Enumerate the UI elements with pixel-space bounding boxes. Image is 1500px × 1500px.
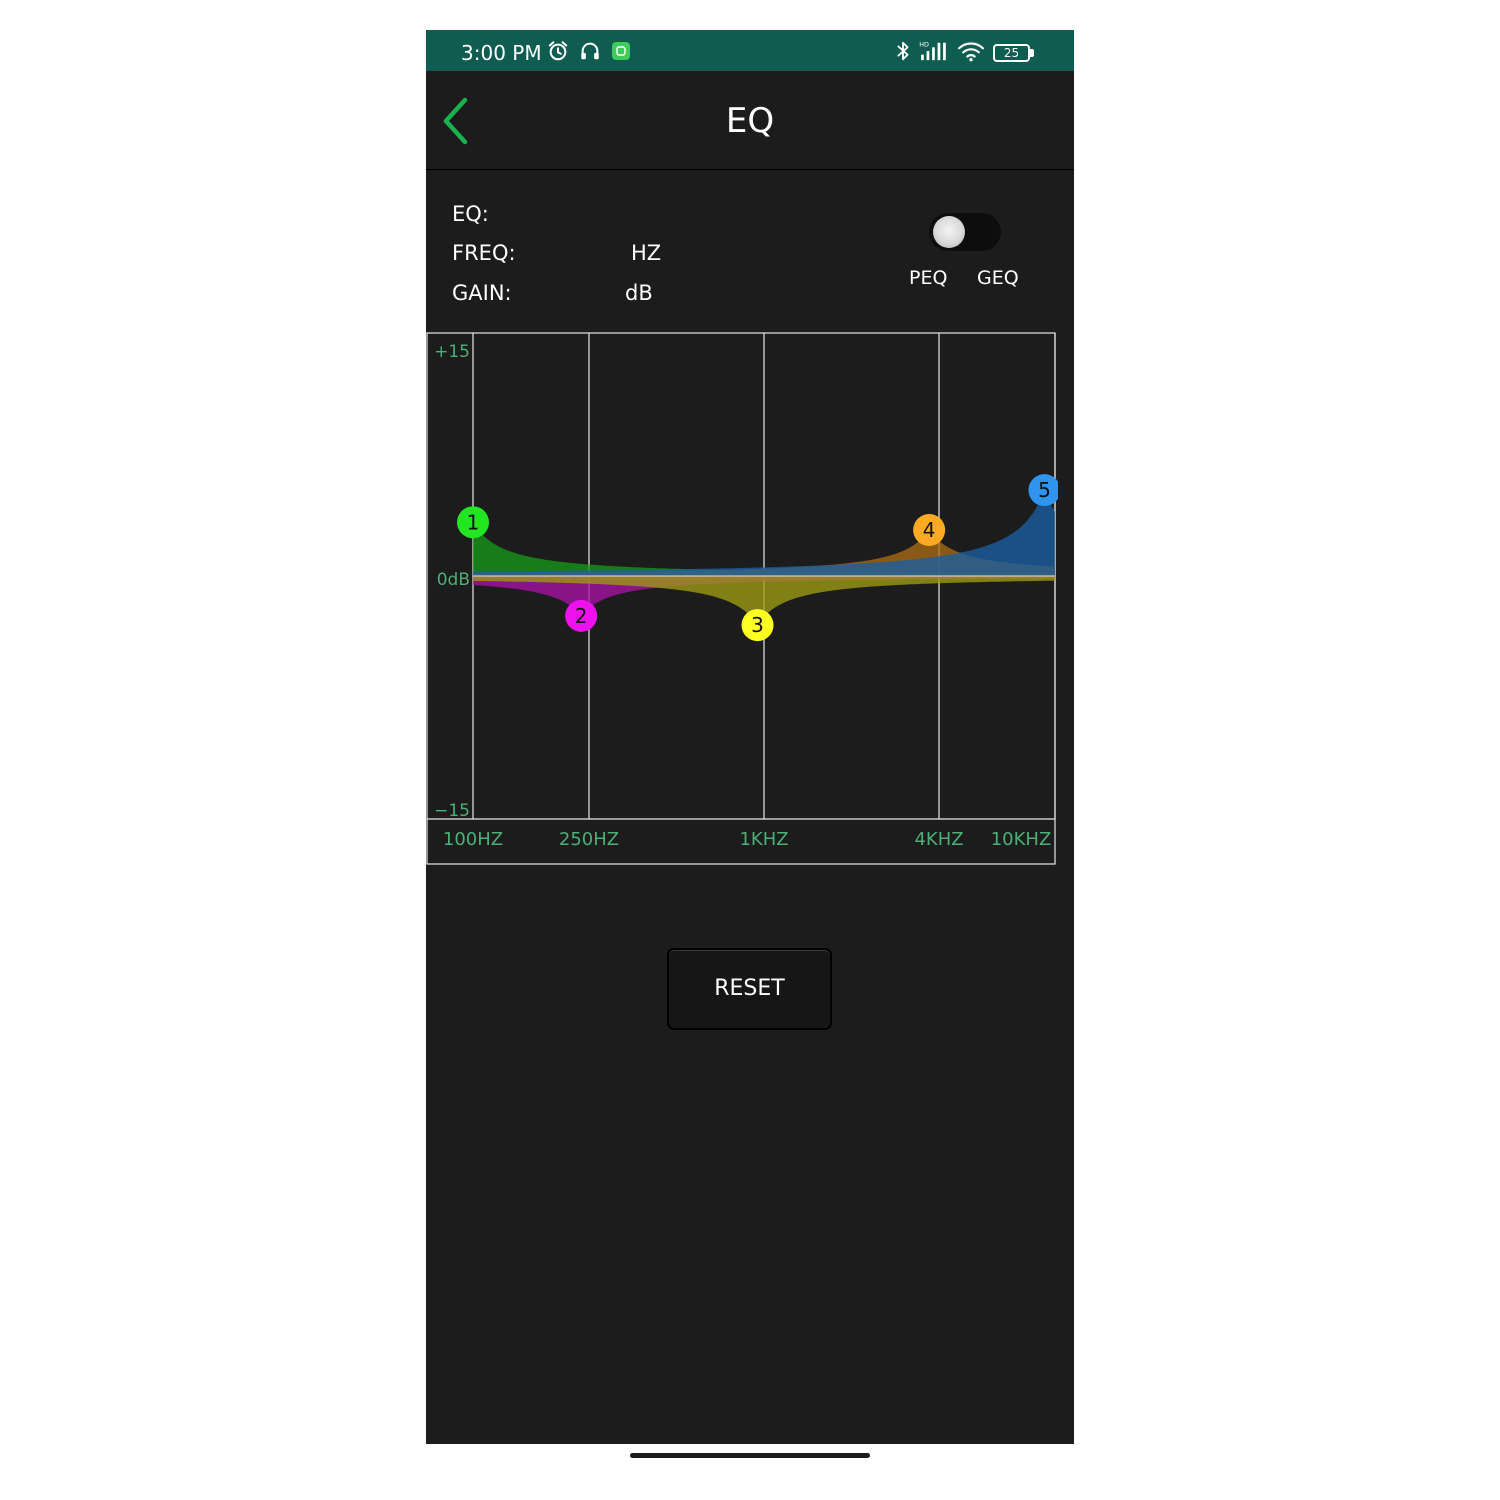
reset-button[interactable]: RESET bbox=[667, 948, 832, 1030]
battery-icon: 25 bbox=[993, 44, 1034, 62]
freq-unit: HZ bbox=[631, 241, 662, 265]
band-3-label: 3 bbox=[751, 613, 764, 637]
app-header: EQ bbox=[426, 71, 1074, 170]
status-bar: 3:00 PM HD 25 bbox=[426, 30, 1074, 71]
alarm-icon bbox=[548, 41, 568, 61]
home-indicator[interactable] bbox=[630, 1453, 870, 1458]
gain-label: GAIN: bbox=[452, 281, 512, 305]
status-time: 3:00 PM bbox=[461, 41, 542, 65]
x-tick-100hz: 100HZ bbox=[443, 829, 503, 850]
band-5-label: 5 bbox=[1038, 478, 1051, 502]
band-1-label: 1 bbox=[467, 510, 480, 534]
x-tick-1khz: 1KHZ bbox=[739, 829, 788, 850]
y-label-top: +15 bbox=[434, 342, 470, 362]
eq-label: EQ: bbox=[452, 202, 489, 226]
network-badge: HD bbox=[919, 40, 929, 48]
toggle-knob bbox=[933, 216, 965, 248]
peq-geq-toggle[interactable] bbox=[929, 213, 1001, 251]
gain-unit: dB bbox=[625, 281, 653, 305]
band-2-label: 2 bbox=[575, 604, 588, 628]
band-4-label: 4 bbox=[923, 518, 936, 542]
headphones-icon bbox=[581, 42, 599, 60]
y-label-bottom: −15 bbox=[434, 801, 470, 821]
peq-label: PEQ bbox=[909, 267, 948, 289]
signal-icon: HD bbox=[919, 40, 946, 61]
wifi-icon bbox=[957, 42, 985, 62]
phone-screen: 3:00 PM HD 25 EQ EQ: FREQ: HZ GAIN: dB P… bbox=[426, 30, 1074, 1444]
bluetooth-icon bbox=[897, 41, 909, 61]
x-tick-250hz: 250HZ bbox=[559, 829, 619, 850]
battery-level: 25 bbox=[1003, 46, 1020, 60]
app-notification-icon bbox=[612, 42, 630, 60]
x-tick-10khz: 10KHZ bbox=[991, 829, 1052, 850]
eq-graph[interactable]: 1 2 3 4 5 +15 0dB −15 100HZ 250HZ 1KHZ 4KHZ 10KHZ bbox=[426, 332, 1058, 866]
page-title: EQ bbox=[725, 101, 775, 141]
x-tick-4khz: 4KHZ bbox=[914, 829, 963, 850]
y-label-zero: 0dB bbox=[437, 570, 470, 590]
freq-label: FREQ: bbox=[452, 241, 516, 265]
geq-label: GEQ bbox=[977, 267, 1019, 289]
